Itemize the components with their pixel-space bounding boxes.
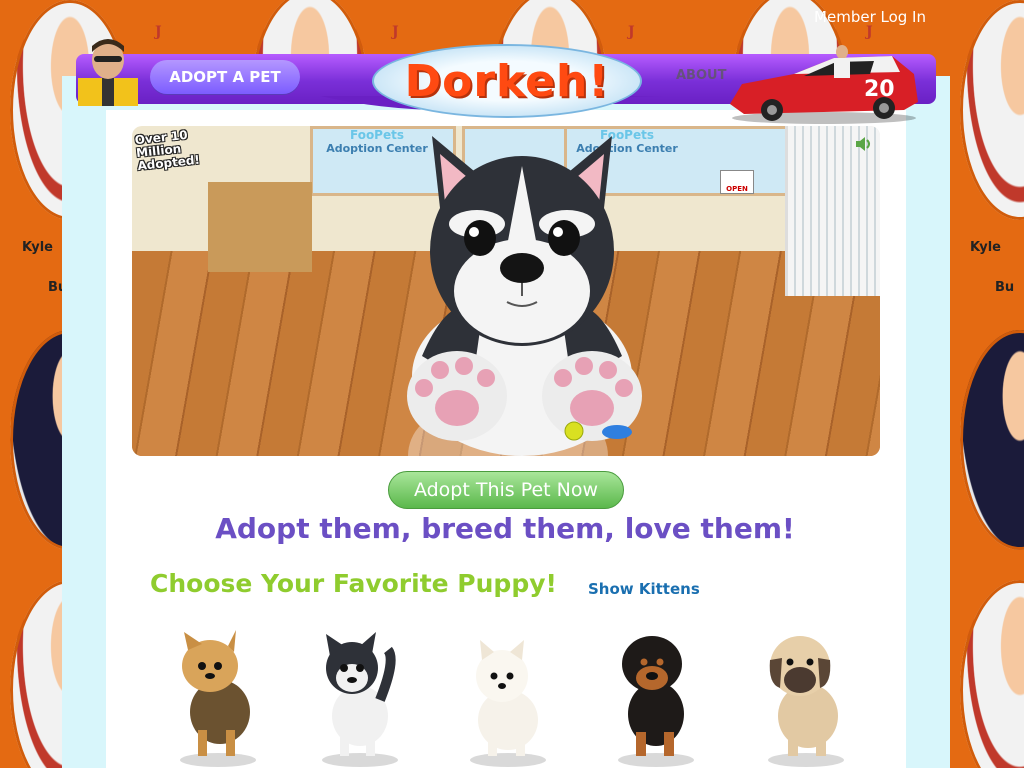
speaker-icon[interactable] xyxy=(854,136,874,152)
driver-photo xyxy=(960,0,1024,220)
husky-puppy-icon[interactable] xyxy=(310,630,410,768)
pet-viewer[interactable]: Over 10 Million Adopted! FooPets Adoptio… xyxy=(132,126,880,456)
rottweiler-puppy-icon[interactable] xyxy=(606,630,706,768)
member-login-link[interactable]: Member Log In xyxy=(814,8,926,26)
signature-mark: J xyxy=(866,24,873,40)
leash-shelf xyxy=(208,182,312,272)
about-link[interactable]: ABOUT xyxy=(676,68,726,83)
driver-portrait-icon xyxy=(78,39,138,106)
puppy-selector xyxy=(156,630,876,768)
adopt-a-pet-button[interactable]: ADOPT A PET xyxy=(150,60,300,94)
signature-mark: J xyxy=(628,24,635,40)
logo-text: Dorkeh! xyxy=(404,55,610,107)
adopt-this-pet-button[interactable]: Adopt This Pet Now xyxy=(388,471,624,509)
choose-puppy-heading: Choose Your Favorite Puppy! xyxy=(150,569,557,598)
race-car-icon: 20 xyxy=(730,45,918,124)
adopted-count-badge: Over 10 Million Adopted! xyxy=(134,127,201,174)
mastiff-puppy-icon[interactable] xyxy=(756,630,856,768)
driver-photo xyxy=(960,580,1024,768)
driver-name-tag-2: Bu xyxy=(995,280,1015,295)
signature-mark: J xyxy=(155,24,162,40)
husky-puppy-image[interactable] xyxy=(362,126,682,456)
show-kittens-link[interactable]: Show Kittens xyxy=(588,580,700,598)
tagline: Adopt them, breed them, love them! xyxy=(215,512,795,545)
yorkie-puppy-icon[interactable] xyxy=(168,630,268,768)
westie-puppy-icon[interactable] xyxy=(458,630,558,768)
site-logo[interactable]: Dorkeh! xyxy=(372,44,642,118)
driver-name-tag: Kyle xyxy=(970,240,1001,255)
driver-name-tag: Kyle xyxy=(22,240,53,255)
open-sign: OPEN xyxy=(720,170,754,194)
signature-mark: J xyxy=(392,24,399,40)
